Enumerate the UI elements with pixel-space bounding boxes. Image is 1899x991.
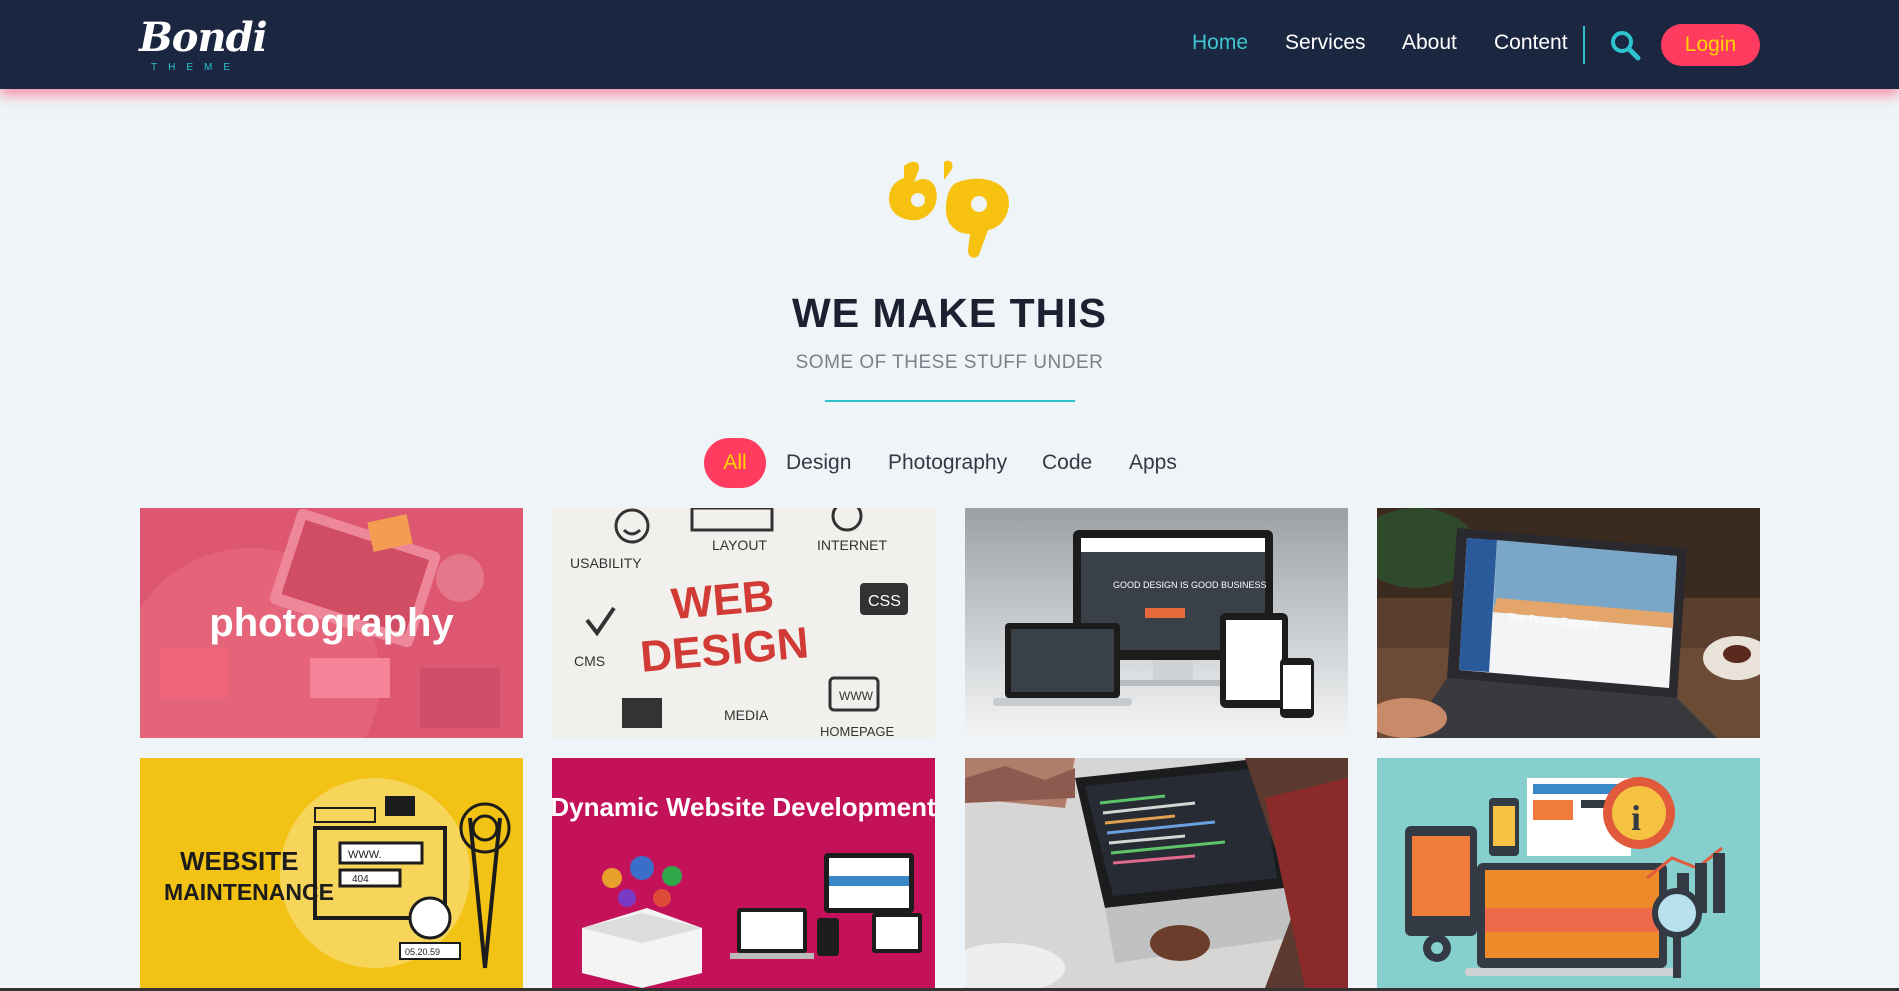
filter-apps[interactable]: Apps: [1129, 438, 1177, 488]
filter-design[interactable]: Design: [786, 438, 851, 488]
page-subtitle: SOME OF THESE STUFF UNDER: [795, 352, 1104, 373]
portfolio-item-laptop-website[interactable]: The Pump Experts: [1377, 508, 1760, 738]
label-website: WEBSITE: [180, 846, 298, 876]
portfolio-item-dynamic-website[interactable]: Dynamic Website Development: [552, 758, 935, 988]
label-media: MEDIA: [724, 707, 769, 723]
portfolio-filters: All Design Photography Code Apps: [0, 438, 1899, 488]
nav-about[interactable]: About: [1402, 31, 1457, 55]
nav-divider: [1583, 26, 1585, 64]
portfolio-item-web-design[interactable]: USABILITY LAYOUT INTERNET WEB DESIGN CSS…: [552, 508, 935, 738]
svg-text:i: i: [1631, 798, 1641, 838]
label-usability: USABILITY: [570, 555, 642, 571]
label-web: WEB: [669, 571, 776, 629]
filter-code[interactable]: Code: [1042, 438, 1092, 488]
title-underline: [825, 400, 1075, 402]
login-button[interactable]: Login: [1661, 24, 1760, 66]
sign-language-hands-icon: [884, 156, 1014, 264]
site-header: Bondi THEME Home Services About Content …: [0, 0, 1899, 89]
label-internet: INTERNET: [817, 537, 887, 553]
label-dynamic-website: Dynamic Website Development: [552, 792, 935, 822]
label-homepage: HOMEPAGE: [820, 724, 894, 738]
nav-content[interactable]: Content: [1494, 31, 1568, 55]
label-www: WWW: [839, 689, 874, 703]
label-layout: LAYOUT: [712, 537, 767, 553]
label-www-dot: WWW.: [348, 849, 382, 861]
label-css: CSS: [868, 593, 901, 610]
label-maintenance: MAINTENANCE: [164, 879, 334, 905]
label-cms: CMS: [574, 653, 605, 669]
nav-services[interactable]: Services: [1285, 31, 1366, 55]
label-404: 404: [352, 874, 369, 885]
portfolio-item-photography[interactable]: photography: [140, 508, 523, 738]
label-good-design: GOOD DESIGN IS GOOD BUSINESS: [1113, 580, 1267, 590]
portfolio-item-website-maintenance[interactable]: WEBSITE MAINTENANCE WWW. 404 05.20.59: [140, 758, 523, 988]
portfolio-item-coding[interactable]: [965, 758, 1348, 988]
logo-wordmark: Bondi: [139, 14, 268, 61]
portfolio-item-flat-devices[interactable]: i: [1377, 758, 1760, 988]
site-logo[interactable]: Bondi THEME: [139, 14, 268, 76]
search-icon[interactable]: [1608, 28, 1642, 62]
filter-all[interactable]: All: [704, 438, 766, 488]
page-title: WE MAKE THIS: [792, 290, 1107, 336]
photography-overlay-label: photography: [209, 600, 454, 645]
logo-subtitle: THEME: [151, 62, 241, 73]
label-timestamp: 05.20.59: [405, 947, 440, 957]
nav-home[interactable]: Home: [1192, 31, 1248, 55]
portfolio-item-responsive[interactable]: GOOD DESIGN IS GOOD BUSINESS: [965, 508, 1348, 738]
filter-photography[interactable]: Photography: [888, 438, 1007, 488]
